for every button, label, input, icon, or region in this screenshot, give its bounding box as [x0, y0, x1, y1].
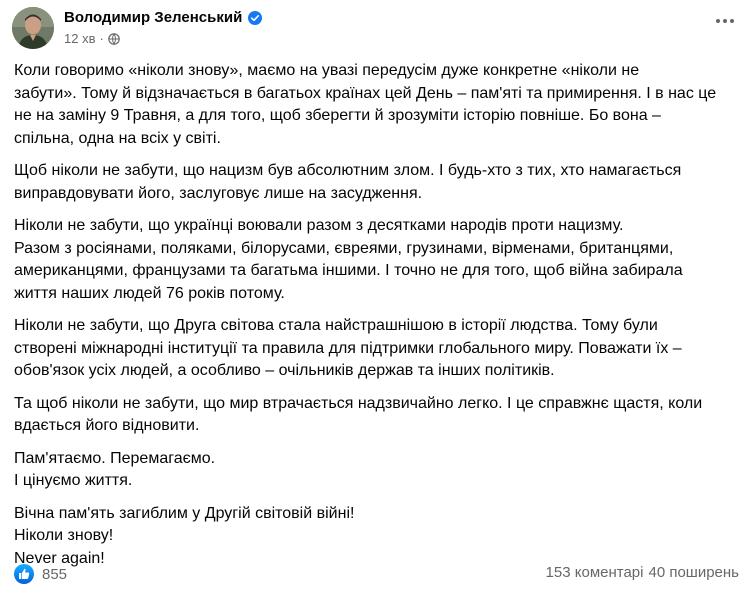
post-body: Коли говоримо «ніколи знову», маємо на у… — [14, 60, 740, 580]
post-paragraph-1: Коли говоримо «ніколи знову», маємо на у… — [14, 62, 717, 147]
more-dot-1 — [716, 19, 720, 23]
post-paragraph-7: Вічна пам'ять загиблим у Другій світовій… — [14, 504, 355, 567]
post-paragraph-4: Ніколи не забути, що Друга світова стала… — [14, 317, 682, 379]
comments-count[interactable]: 153 коментарі — [546, 564, 644, 581]
post-paragraph-2: Щоб ніколи не забути, що нацизм був абсо… — [14, 162, 682, 202]
post-timestamp[interactable]: 12 хв — [64, 31, 95, 46]
avatar[interactable] — [12, 7, 54, 49]
author-name-text[interactable]: Володимир Зеленський — [64, 9, 242, 26]
post-header: Володимир Зеленський 12 хв · — [12, 7, 739, 53]
more-options-icon[interactable] — [711, 11, 739, 31]
shares-count[interactable]: 40 поширень — [648, 564, 739, 581]
reactions-summary[interactable]: 855 — [14, 564, 67, 584]
more-dot-2 — [723, 19, 727, 23]
post-footer: 855 153 коментарі 40 поширень — [14, 564, 739, 586]
post-meta: 12 хв · — [64, 31, 120, 46]
post-stats: 153 коментарі 40 поширень — [546, 564, 739, 581]
author-name[interactable]: Володимир Зеленський — [64, 9, 263, 26]
meta-separator: · — [99, 31, 104, 46]
like-reaction-icon — [14, 564, 34, 584]
post-paragraph-5: Та щоб ніколи не забути, що мир втрачаєт… — [14, 394, 703, 435]
verified-badge-icon — [248, 10, 263, 25]
reaction-count[interactable]: 855 — [42, 566, 67, 583]
globe-icon[interactable] — [108, 32, 120, 45]
post-paragraph-6: Пам'ятаємо. Перемагаємо. І цінуємо життя… — [14, 449, 216, 490]
more-dot-3 — [730, 19, 734, 23]
post-paragraph-3: Ніколи не забути, що українці воювали ра… — [14, 217, 683, 302]
